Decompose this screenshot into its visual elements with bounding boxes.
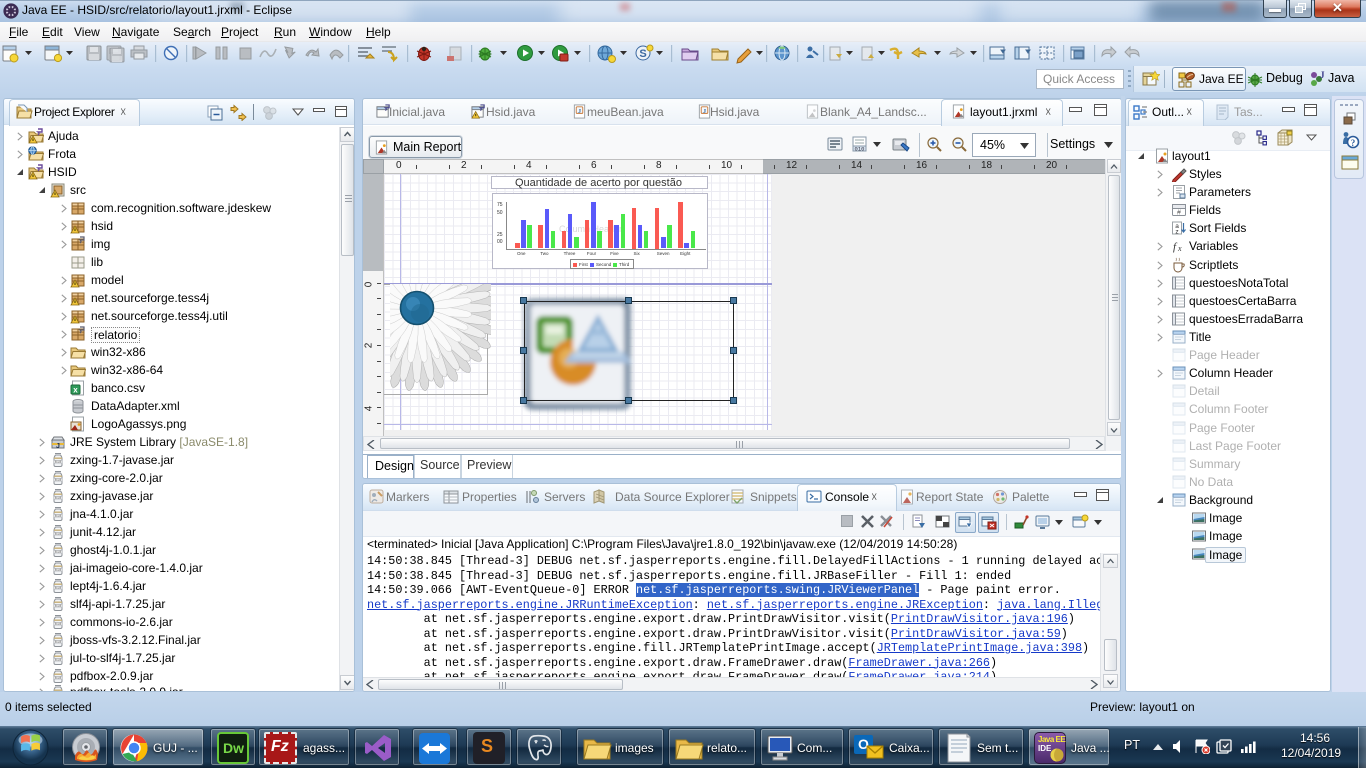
svg-text:S: S xyxy=(639,48,646,60)
svg-text:J: J xyxy=(1320,70,1325,80)
svg-text:010: 010 xyxy=(855,146,865,153)
svg-text:?: ? xyxy=(1351,138,1356,148)
